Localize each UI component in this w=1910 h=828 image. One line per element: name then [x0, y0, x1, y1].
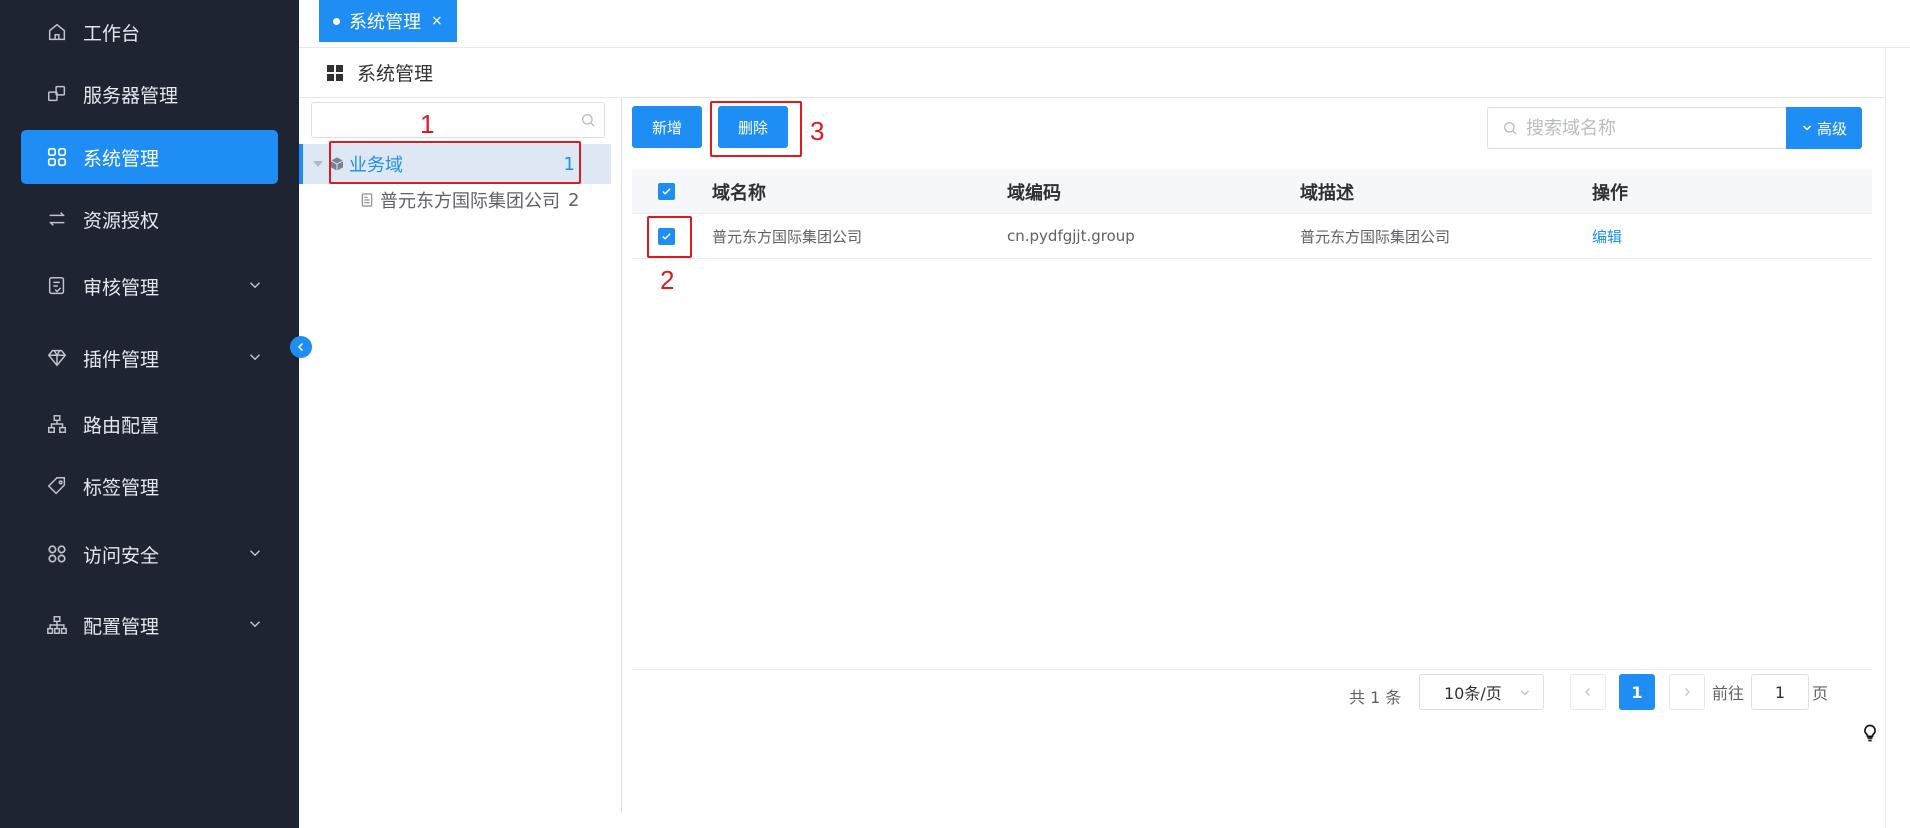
- column-header-action: 操作: [1592, 182, 1628, 204]
- security-icon: [45, 542, 69, 566]
- advanced-search-button[interactable]: 高级: [1786, 107, 1862, 149]
- chevron-left-icon: [297, 342, 304, 352]
- tag-icon: [45, 474, 69, 498]
- goto-page-input[interactable]: [1751, 674, 1809, 710]
- prev-page-button[interactable]: [1570, 674, 1606, 710]
- chevron-down-icon: [1521, 690, 1529, 696]
- sidebar-item-label: 系统管理: [83, 147, 160, 170]
- chevron-left-icon: [1585, 688, 1590, 696]
- page-size-value: 10条/页: [1444, 684, 1502, 703]
- table-header: 域名称 域编码 域描述 操作: [632, 170, 1872, 214]
- route-icon: [45, 412, 69, 436]
- search-icon: [582, 114, 595, 127]
- tree-node-count: 2: [568, 189, 580, 211]
- tree-search-input[interactable]: [311, 102, 605, 138]
- sidebar-item-access-security[interactable]: 访问安全: [21, 527, 278, 581]
- next-page-button[interactable]: [1669, 674, 1705, 710]
- sidebar-item-label: 工作台: [83, 22, 141, 45]
- sidebar-item-plugin[interactable]: 插件管理: [21, 331, 278, 385]
- audit-icon: [45, 274, 69, 298]
- chevron-down-icon: [249, 621, 261, 628]
- page-title: 系统管理: [357, 63, 434, 85]
- goto-label: 前往: [1712, 684, 1745, 703]
- annotation-number-3: 3: [810, 116, 825, 146]
- edit-link[interactable]: 编辑: [1592, 214, 1622, 258]
- sidebar-item-resource-auth[interactable]: 资源授权: [21, 192, 278, 246]
- sidebar-item-system[interactable]: 系统管理: [21, 130, 278, 184]
- sidebar-item-config[interactable]: 配置管理: [21, 598, 278, 652]
- column-header-code[interactable]: 域编码: [1007, 170, 1061, 213]
- cell-desc: 普元东方国际集团公司: [1300, 227, 1451, 246]
- page-number-current[interactable]: 1: [1619, 674, 1655, 710]
- sidebar-item-label: 服务器管理: [83, 84, 179, 107]
- sidebar-item-route[interactable]: 路由配置: [21, 397, 278, 451]
- close-icon[interactable]: ×: [431, 13, 443, 29]
- document-icon: [361, 193, 373, 207]
- search-icon: [1504, 122, 1517, 135]
- sidebar-item-workbench[interactable]: 工作台: [21, 5, 278, 59]
- annotation-number-2: 2: [660, 265, 675, 295]
- sidebar-item-tag[interactable]: 标签管理: [21, 459, 278, 513]
- annotation-box-1: [329, 141, 581, 184]
- server-icon: [45, 82, 69, 106]
- annotation-box-3: [710, 101, 802, 157]
- sidebar-item-label: 路由配置: [83, 414, 160, 437]
- cell-code: cn.pydfgjjt.group: [1007, 227, 1135, 245]
- sidebar-item-label: 插件管理: [83, 348, 160, 371]
- column-header-name[interactable]: 域名称: [712, 170, 766, 213]
- tree-node-company[interactable]: 普元东方国际集团公司 2: [359, 184, 579, 216]
- tab-bar: 系统管理 ×: [299, 0, 1910, 48]
- page-suffix-label: 页: [1812, 684, 1829, 703]
- table-row[interactable]: 普元东方国际集团公司 cn.pydfgjjt.group 普元东方国际集团公司 …: [632, 214, 1872, 259]
- select-all-checkbox[interactable]: [657, 183, 675, 200]
- tree-panel: 业务域 1 普元东方国际集团公司 2: [299, 98, 622, 813]
- column-header-desc[interactable]: 域描述: [1300, 170, 1354, 213]
- caret-down-icon[interactable]: [313, 161, 323, 167]
- cell-name: 普元东方国际集团公司: [712, 227, 863, 246]
- check-icon: [661, 188, 671, 195]
- sidebar-item-label: 访问安全: [83, 544, 160, 567]
- sidebar-item-audit[interactable]: 审核管理: [21, 259, 278, 313]
- domain-search-input[interactable]: [1526, 117, 1766, 139]
- chevron-down-icon: [249, 550, 261, 557]
- sidebar-item-label: 审核管理: [83, 276, 160, 299]
- sidebar-item-server[interactable]: 服务器管理: [21, 67, 278, 121]
- chevron-down-icon: [249, 354, 261, 361]
- grid-icon: [327, 64, 343, 81]
- home-icon: [45, 20, 69, 44]
- divider: [632, 669, 1872, 670]
- add-button[interactable]: 新增: [632, 106, 702, 148]
- annotation-number-1: 1: [420, 109, 435, 139]
- advanced-label: 高级: [1816, 119, 1847, 138]
- annotation-box-2: [647, 216, 692, 258]
- chevron-down-icon: [249, 282, 261, 289]
- apps-icon: [45, 145, 69, 169]
- page-size-select[interactable]: 10条/页: [1419, 674, 1544, 710]
- sidebar-item-label: 配置管理: [83, 615, 160, 638]
- active-dot: [333, 17, 340, 25]
- sidebar-item-label: 标签管理: [83, 476, 160, 499]
- domain-search: [1487, 107, 1787, 149]
- domain-table: 域名称 域编码 域描述 操作 普元东方国际集团公司 cn.pydfgjjt.gr…: [632, 170, 1872, 259]
- lightbulb-icon[interactable]: [1860, 722, 1880, 744]
- chevron-down-icon: [1802, 125, 1812, 131]
- divider: [1885, 48, 1886, 828]
- sidebar-item-label: 资源授权: [83, 209, 160, 232]
- tab-system-management[interactable]: 系统管理 ×: [319, 0, 457, 42]
- sidebar-collapse-button[interactable]: [290, 336, 312, 358]
- transfer-icon: [45, 207, 69, 231]
- sidebar: 工作台 服务器管理 系统管理 资源授权 审核管理 插件管理 路由配置 标签管理 …: [0, 0, 299, 828]
- tab-label: 系统管理: [349, 12, 421, 33]
- breadcrumb: 系统管理: [299, 48, 1885, 98]
- tree-node-label: 普元东方国际集团公司: [380, 191, 560, 212]
- diamond-icon: [45, 346, 69, 370]
- org-chart-icon: [45, 613, 69, 637]
- chevron-right-icon: [1685, 688, 1690, 696]
- pagination-total: 共 1 条: [1349, 688, 1402, 707]
